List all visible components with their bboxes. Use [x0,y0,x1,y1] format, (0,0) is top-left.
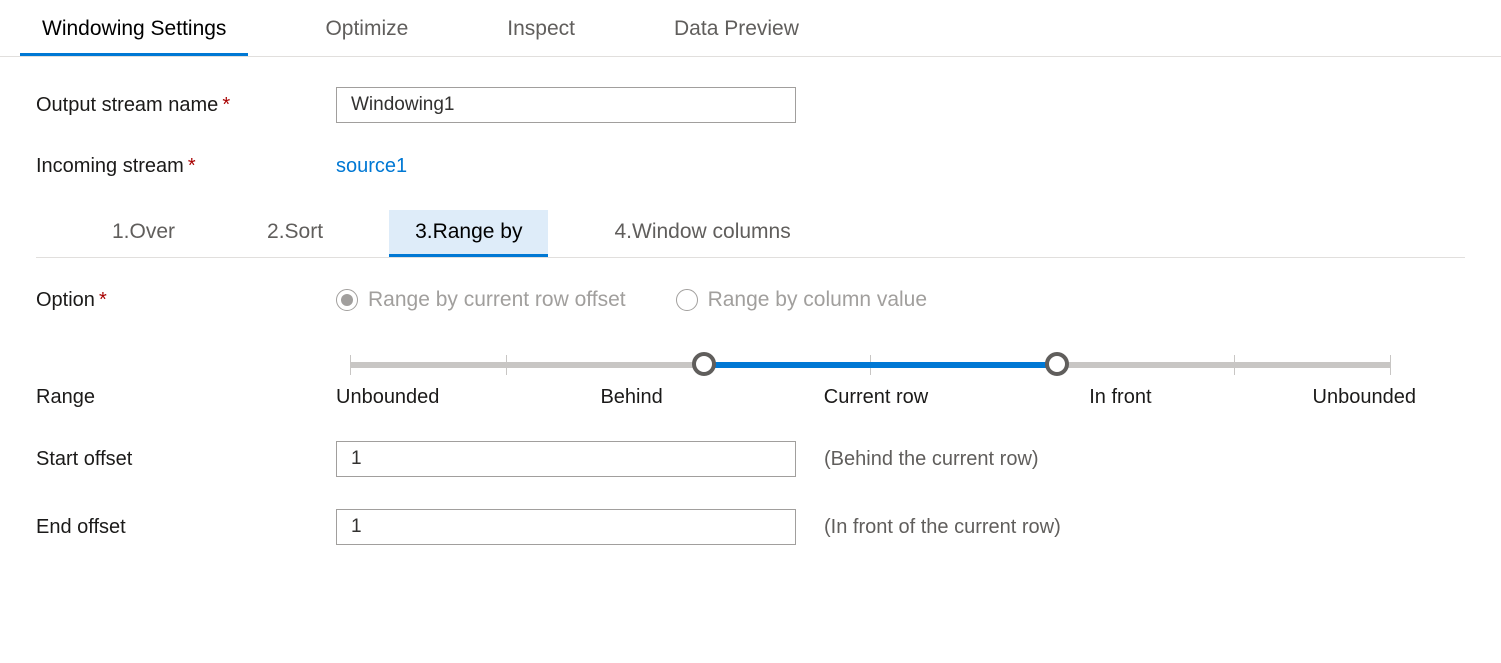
subtab-range-by[interactable]: 3.Range by [389,210,548,257]
range-handle-end[interactable] [1045,352,1069,376]
range-tick-label: Unbounded [336,386,439,409]
range-label: Range [36,344,336,409]
output-stream-name-input[interactable] [336,87,796,123]
tab-data-preview[interactable]: Data Preview [652,5,821,56]
radio-range-by-column-value[interactable]: Range by column value [676,288,927,312]
tab-optimize[interactable]: Optimize [303,5,430,56]
subtab-over[interactable]: 1.Over [86,210,201,257]
start-offset-input[interactable] [336,441,796,477]
top-tabs: Windowing Settings Optimize Inspect Data… [0,0,1501,57]
range-tick-label: Current row [824,386,928,409]
radio-range-by-column-value-label: Range by column value [708,288,927,312]
subtab-sort[interactable]: 2.Sort [241,210,349,257]
range-tick-label: In front [1089,386,1151,409]
output-stream-name-label: Output stream name* [36,94,336,117]
radio-bullet-icon [676,289,698,311]
option-label: Option* [36,289,336,312]
radio-range-by-row-offset[interactable]: Range by current row offset [336,288,626,312]
range-handle-start[interactable] [692,352,716,376]
radio-range-by-row-offset-label: Range by current row offset [368,288,626,312]
end-offset-label: End offset [36,516,336,539]
subtab-window-columns[interactable]: 4.Window columns [588,210,816,257]
incoming-stream-label: Incoming stream* [36,155,336,178]
range-tick-label: Unbounded [1313,386,1416,409]
start-offset-hint: (Behind the current row) [824,448,1039,471]
end-offset-hint: (In front of the current row) [824,516,1061,539]
incoming-stream-link[interactable]: source1 [336,155,407,178]
range-tick-label: Behind [600,386,662,409]
radio-bullet-icon [336,289,358,311]
sub-tabs: 1.Over 2.Sort 3.Range by 4.Window column… [36,210,1465,258]
range-slider[interactable]: Unbounded Behind Current row In front Un… [336,344,1406,409]
end-offset-input[interactable] [336,509,796,545]
start-offset-label: Start offset [36,448,336,471]
tab-windowing-settings[interactable]: Windowing Settings [20,5,248,56]
tab-inspect[interactable]: Inspect [485,5,597,56]
